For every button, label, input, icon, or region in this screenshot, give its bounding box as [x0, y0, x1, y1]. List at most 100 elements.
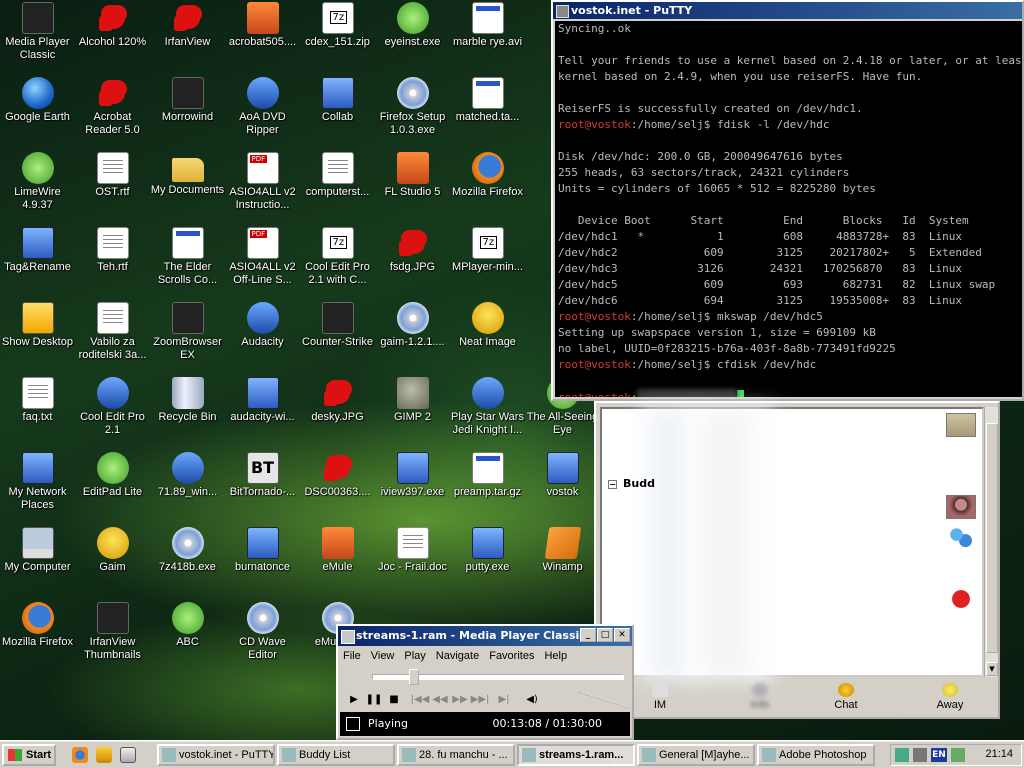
desktop-icon[interactable]: IrfanView [150, 0, 225, 75]
scroll-down-arrow-icon[interactable]: ▼ [986, 662, 998, 676]
desktop-icon[interactable]: putty.exe [450, 525, 525, 600]
putty-title-bar[interactable]: vostok.inet - PuTTY [553, 2, 1022, 19]
desktop-icon[interactable]: Vabilo za roditelski 3a... [75, 300, 150, 375]
desktop-icon[interactable]: FL Studio 5 [375, 150, 450, 225]
skip-forward-icon[interactable]: ▶▶| [470, 690, 490, 710]
desktop-icon[interactable]: fsdg.JPG [375, 225, 450, 300]
speaker-tray-icon[interactable] [913, 748, 927, 762]
menu-item-play[interactable]: Play [404, 650, 425, 662]
desktop-icon[interactable]: MPlayer-min... [450, 225, 525, 300]
desktop-icon[interactable]: Collab [300, 75, 375, 150]
desktop-icon[interactable]: eMule [300, 525, 375, 600]
desktop-icon[interactable]: Recycle Bin [150, 375, 225, 450]
skip-back-icon[interactable]: |◀◀ [410, 690, 430, 710]
desktop-icon[interactable]: Mozilla Firefox [0, 600, 75, 675]
desktop-icon[interactable]: The Elder Scrolls Co... [150, 225, 225, 300]
play-icon[interactable]: ▶ [344, 690, 364, 710]
desktop-icon[interactable]: Winamp [525, 525, 600, 600]
tray-app-icon[interactable] [951, 748, 965, 762]
desktop-icon[interactable]: iview397.exe [375, 450, 450, 525]
desktop-icon[interactable]: Teh.rtf [75, 225, 150, 300]
fast-forward-icon[interactable]: ▶▶ [450, 690, 470, 710]
desktop-icon[interactable]: Neat Image [450, 300, 525, 375]
menu-item-view[interactable]: View [371, 650, 395, 662]
desktop-icon[interactable]: 71.89_win... [150, 450, 225, 525]
desktop-icon[interactable]: Tag&Rename [0, 225, 75, 300]
taskbar-button[interactable]: General [M]ayhe... [637, 744, 755, 766]
desktop-icon[interactable]: My Documents [150, 150, 225, 225]
seek-bar[interactable] [372, 669, 624, 685]
desktop-icon[interactable]: Gaim [75, 525, 150, 600]
mpc-title-bar[interactable]: streams-1.ram - Media Player Classic _ □ ✕ [338, 626, 632, 646]
desktop-icon[interactable]: preamp.tar.gz [450, 450, 525, 525]
desktop-icon[interactable]: cdex_151.zip [300, 0, 375, 75]
desktop-icon[interactable]: ZoomBrowser EX [150, 300, 225, 375]
taskbar-button[interactable]: 28. fu manchu - ... [397, 744, 515, 766]
desktop-icon[interactable]: matched.ta... [450, 75, 525, 150]
desktop-icon[interactable]: LimeWire 4.9.37 [0, 150, 75, 225]
buddy-group[interactable]: − Budd [608, 477, 655, 490]
desktop-icon[interactable]: ASIO4ALL v2 Instructio... [225, 150, 300, 225]
show-desktop-quicklaunch-icon[interactable] [120, 747, 136, 763]
desktop-icon[interactable]: CD Wave Editor [225, 600, 300, 675]
gaim-quicklaunch-icon[interactable] [96, 747, 112, 763]
clock[interactable]: 21:14 [985, 748, 1013, 760]
desktop-icon[interactable]: IrfanView Thumbnails [75, 600, 150, 675]
taskbar-button[interactable]: vostok.inet - PuTTY [157, 744, 275, 766]
desktop-icon[interactable]: ABC [150, 600, 225, 675]
desktop-icon[interactable]: acrobat505.... [225, 0, 300, 75]
desktop-icon[interactable]: Counter-Strike [300, 300, 375, 375]
desktop-icon[interactable]: My Network Places [0, 450, 75, 525]
desktop-icon[interactable]: AoA DVD Ripper [225, 75, 300, 150]
media-player-classic-window[interactable]: streams-1.ram - Media Player Classic _ □ ✕… [336, 624, 634, 740]
desktop-icon[interactable]: Google Earth [0, 75, 75, 150]
desktop-icon[interactable]: Play Star Wars Jedi Knight I... [450, 375, 525, 450]
desktop-icon[interactable]: GIMP 2 [375, 375, 450, 450]
desktop-icon[interactable]: Morrowind [150, 75, 225, 150]
putty-window[interactable]: vostok.inet - PuTTY Syncing..ok Tell your… [551, 0, 1024, 401]
language-indicator[interactable]: EN [931, 748, 947, 762]
im-button[interactable]: IM [630, 681, 690, 715]
menu-item-navigate[interactable]: Navigate [436, 650, 479, 662]
chat-button[interactable]: Chat [816, 681, 876, 715]
volume-slider[interactable] [578, 692, 628, 708]
minimize-icon[interactable]: _ [580, 628, 596, 642]
buddy-list-scrollbar[interactable]: ▼ [984, 407, 998, 677]
desktop-icon[interactable]: Alcohol 120% [75, 0, 150, 75]
desktop-icon[interactable]: gaim-1.2.1.... [375, 300, 450, 375]
desktop-icon[interactable]: Mozilla Firefox [450, 150, 525, 225]
desktop-icon[interactable]: Joc - Frail.doc [375, 525, 450, 600]
desktop-icon[interactable]: Acrobat Reader 5.0 [75, 75, 150, 150]
network-tray-icon[interactable] [895, 748, 909, 762]
desktop-icon[interactable]: computerst... [300, 150, 375, 225]
desktop-icon[interactable]: desky.JPG [300, 375, 375, 450]
buddy-list-tree[interactable]: − Budd [600, 407, 984, 679]
close-icon[interactable]: ✕ [614, 628, 630, 642]
desktop-icon[interactable]: My Computer [0, 525, 75, 600]
firefox-quicklaunch-icon[interactable] [72, 747, 88, 763]
taskbar-button[interactable]: streams-1.ram... [517, 744, 635, 766]
menu-item-help[interactable]: Help [544, 650, 567, 662]
seek-knob[interactable] [409, 669, 419, 685]
menu-item-file[interactable]: File [343, 650, 361, 662]
desktop-icon[interactable]: DSC00363.... [300, 450, 375, 525]
menu-item-favorites[interactable]: Favorites [489, 650, 534, 662]
rewind-icon[interactable]: ◀◀ [430, 690, 450, 710]
away-button[interactable]: Away [920, 681, 980, 715]
taskbar-button[interactable]: Buddy List [277, 744, 395, 766]
info-button[interactable]: Info [730, 681, 790, 715]
desktop-icon[interactable]: ASIO4ALL v2 Off-Line S... [225, 225, 300, 300]
desktop-icon[interactable]: Audacity [225, 300, 300, 375]
buddy-list-window[interactable]: − Budd ▼ IM Info Chat Away [594, 401, 1000, 719]
desktop-icon[interactable]: vostok [525, 450, 600, 525]
putty-terminal[interactable]: Syncing..ok Tell your friends to use a ke… [555, 21, 1022, 397]
desktop-icon[interactable]: BitTornado-... [225, 450, 300, 525]
desktop-icon[interactable]: eyeinst.exe [375, 0, 450, 75]
desktop-icon[interactable]: Cool Edit Pro 2.1 [75, 375, 150, 450]
desktop-icon[interactable]: EditPad Lite [75, 450, 150, 525]
pause-icon[interactable]: ❚❚ [364, 690, 384, 710]
taskbar-button[interactable]: Adobe Photoshop [757, 744, 875, 766]
desktop-icon[interactable]: Media Player Classic [0, 0, 75, 75]
speaker-icon[interactable]: ◀) [522, 690, 542, 710]
desktop-icon[interactable]: burnatonce [225, 525, 300, 600]
